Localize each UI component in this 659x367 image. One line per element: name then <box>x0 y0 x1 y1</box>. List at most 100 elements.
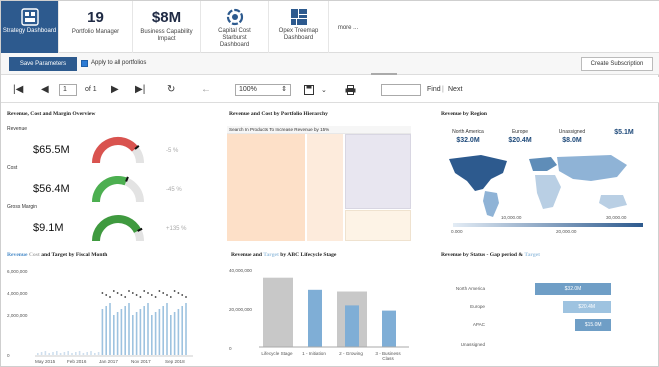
target-point <box>139 296 142 298</box>
create-subscription-button[interactable]: Create Subscription <box>581 57 653 71</box>
status-panel-title: Revenue by Status - Gap period & Target <box>441 252 540 258</box>
zoom-select[interactable]: 100% ⇕ <box>235 84 291 96</box>
title-revenue: Revenue <box>7 252 28 258</box>
page-count-label: of 1 <box>85 86 97 93</box>
target-point <box>109 296 111 298</box>
treemap-cell-label: Search In Products To Increase Revenue b… <box>229 127 330 132</box>
save-parameters-button[interactable]: Save Parameters <box>9 57 77 71</box>
map-region-oceania <box>599 195 627 209</box>
month-bar <box>177 309 180 355</box>
starburst-icon <box>226 8 243 26</box>
print-icon[interactable] <box>345 85 356 95</box>
fiscal-chart[interactable] <box>35 269 193 357</box>
status-row-label: APAC <box>472 322 485 327</box>
month-bar <box>162 306 164 355</box>
kpi-panel-title: Revenue, Cost and Margin Overview <box>7 111 96 117</box>
kpi-gauge <box>91 175 144 203</box>
chevron-down-icon[interactable]: ⌄ <box>321 86 327 94</box>
kpi-change: +135 % <box>166 226 187 232</box>
zoom-value: 100% <box>239 86 257 93</box>
kpi-value: $56.4M <box>33 183 70 195</box>
tile-opex-treemap[interactable]: Opex Treemap Dashboard <box>269 1 329 53</box>
title-target: and Target by Fiscal Month <box>41 252 108 258</box>
refresh-icon[interactable]: ↻ <box>167 84 175 95</box>
treemap-cell[interactable] <box>307 134 343 241</box>
treemap-cell-large[interactable] <box>227 126 305 241</box>
find-link[interactable]: Find <box>427 86 441 93</box>
parameter-bar: Save Parameters Apply to all portfolios … <box>1 53 659 75</box>
first-page-icon[interactable]: |◀ <box>13 84 23 95</box>
status-row-label: Europe <box>470 304 485 309</box>
next-link[interactable]: Next <box>448 86 462 93</box>
tile-portfolio-manager[interactable]: 19 Portfolio Manager <box>59 1 133 53</box>
month-bar <box>139 309 142 355</box>
tile-capital-cost-starburst[interactable]: Capital Cost Starburst Dashboard <box>201 1 269 53</box>
tile-label: Business Capability Impact <box>140 29 193 42</box>
back-icon[interactable]: ← <box>201 84 211 95</box>
world-map[interactable] <box>441 151 651 221</box>
month-bar <box>113 315 115 355</box>
map-legend-bar <box>453 223 643 227</box>
target-point <box>173 290 176 292</box>
map-region-name: Unassigned <box>558 129 586 135</box>
treemap-cell[interactable] <box>345 134 411 209</box>
apply-all-checkbox[interactable] <box>81 60 88 67</box>
month-bar <box>154 312 157 355</box>
status-bar[interactable]: $20.4M <box>562 301 611 313</box>
x-tick-label: Lifecycle Stage <box>261 351 293 356</box>
month-bar <box>48 353 50 355</box>
title-target: Target <box>524 252 540 258</box>
revenue-bar <box>263 277 293 347</box>
treemap-cell[interactable] <box>345 210 411 241</box>
next-page-icon[interactable]: ▶ <box>111 84 119 95</box>
find-input[interactable] <box>381 84 421 96</box>
kpi-label: Gross Margin <box>7 204 38 210</box>
month-bar <box>63 352 66 355</box>
month-bar <box>124 306 126 355</box>
map-region-value: $32.0M <box>456 137 480 144</box>
tile-more[interactable]: more ... <box>329 1 367 53</box>
month-bar <box>59 353 62 355</box>
month-bar <box>166 303 168 355</box>
map-region-europe <box>529 157 557 171</box>
tile-business-capability-impact[interactable]: $8M Business Capability Impact <box>133 1 201 53</box>
target-point <box>135 294 138 296</box>
previous-page-icon[interactable]: ◀ <box>41 84 49 95</box>
target-point <box>131 292 134 294</box>
map-region-africa <box>535 175 561 209</box>
x-tick-label: Nov 2017 <box>131 359 151 364</box>
map-panel-title: Revenue by Region <box>441 111 487 117</box>
tile-strategy-dashboard[interactable]: Strategy Dashboard <box>1 1 59 53</box>
resize-grip[interactable] <box>371 73 397 75</box>
month-bar <box>78 351 81 355</box>
y-tick-label: 0 <box>7 353 10 358</box>
target-point <box>124 296 127 298</box>
month-bar <box>101 309 104 355</box>
map-legend-tick: 10,000.00 <box>501 215 522 220</box>
kpi-change: -45 % <box>166 187 182 193</box>
month-bar <box>40 352 43 355</box>
map-region-value: $5.1M <box>614 129 634 136</box>
target-point <box>166 294 168 296</box>
month-bar <box>44 351 47 355</box>
kpi-label: Cost <box>7 165 18 171</box>
x-tick-label: 2 - Growing <box>339 351 363 356</box>
month-bar <box>181 306 183 355</box>
status-bar[interactable]: $15.0M <box>575 319 611 331</box>
save-icon[interactable] <box>304 85 314 95</box>
target-point <box>120 294 123 296</box>
y-tick-label: 40,000,000 <box>229 268 252 273</box>
page-number-input[interactable]: 1 <box>59 84 77 96</box>
tile-value: 19 <box>87 9 104 26</box>
treemap[interactable]: Search In Products To Increase Revenue b… <box>227 126 411 241</box>
status-bar[interactable]: $32.0M <box>535 283 611 295</box>
lifecycle-panel-title: Revenue and Target by ABC Lifecycle Stag… <box>231 252 336 258</box>
lifecycle-chart[interactable] <box>259 269 409 349</box>
last-page-icon[interactable]: ▶| <box>135 84 145 95</box>
tile-label: Portfolio Manager <box>71 29 120 35</box>
y-tick-label: 4,000,000 <box>7 291 28 296</box>
dashboard-icon <box>20 8 39 26</box>
title-suffix: by ABC Lifecycle Stage <box>280 252 337 258</box>
target-point <box>169 296 172 298</box>
kpi-gauge <box>92 215 144 242</box>
